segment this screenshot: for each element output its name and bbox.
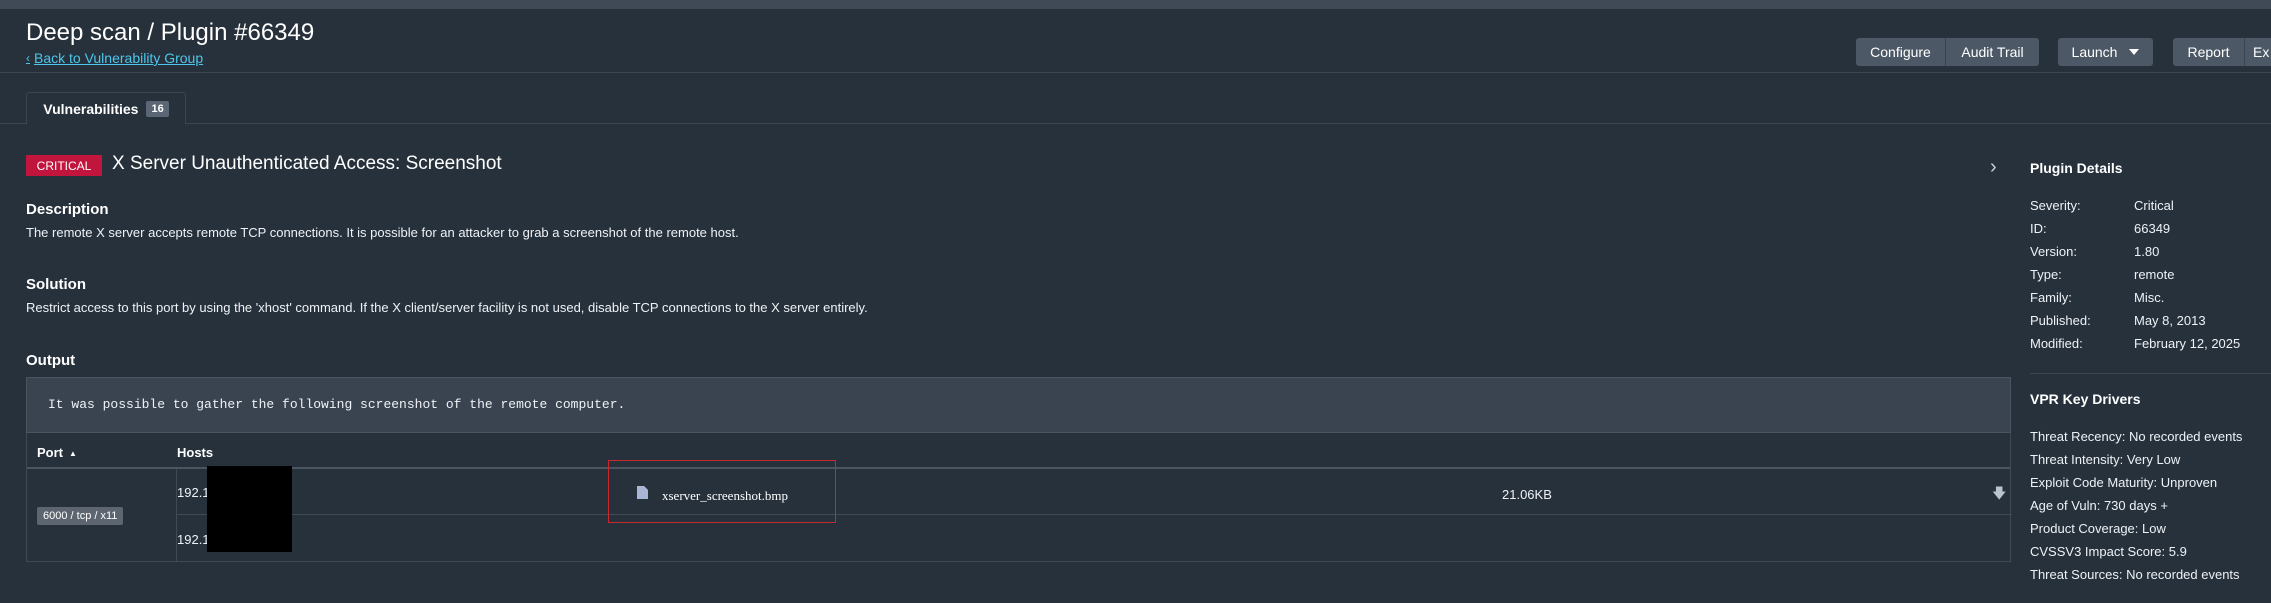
export-button[interactable]: Ex xyxy=(2244,38,2271,66)
port-column-header[interactable]: Port ▲ xyxy=(37,445,77,460)
download-icon[interactable]: 🡇 xyxy=(1992,483,2006,507)
audit-trail-button[interactable]: Audit Trail xyxy=(1945,38,2039,66)
output-text: It was possible to gather the following … xyxy=(48,397,626,412)
tab-vulnerabilities[interactable]: Vulnerabilities 16 xyxy=(26,92,186,125)
chevron-right-icon[interactable]: › xyxy=(1990,156,1997,179)
back-link[interactable]: ‹ Back to Vulnerability Group xyxy=(26,50,203,66)
detail-label: Severity: xyxy=(2030,198,2081,213)
solution-heading: Solution xyxy=(26,276,86,293)
page-header: Deep scan / Plugin #66349 ‹ Back to Vuln… xyxy=(0,9,2271,73)
chevron-left-icon: ‹ xyxy=(26,51,30,65)
solution-text: Restrict access to this port by using th… xyxy=(26,300,868,315)
vpr-item: Threat Recency: No recorded events xyxy=(2030,429,2243,444)
vpr-item: Age of Vuln: 730 days + xyxy=(2030,498,2168,513)
vpr-item: CVSSV3 Impact Score: 5.9 xyxy=(2030,544,2187,559)
attachment-size: 21.06KB xyxy=(1502,487,1552,502)
back-link-label: Back to Vulnerability Group xyxy=(34,50,204,66)
tab-label: Vulnerabilities xyxy=(43,100,139,117)
hosts-column-header: Hosts xyxy=(177,445,214,460)
output-box: It was possible to gather the following … xyxy=(26,377,2011,433)
table-row: 192.1 xyxy=(177,516,2012,562)
redaction-block xyxy=(207,466,292,552)
top-strip xyxy=(0,0,2271,9)
ports-table: Port ▲ Hosts 6000 / tcp / x11 192.1 192.1 xyxy=(26,433,2012,562)
sort-up-icon: ▲ xyxy=(69,449,77,459)
description-heading: Description xyxy=(26,201,109,218)
detail-value: May 8, 2013 xyxy=(2134,313,2206,328)
launch-label: Launch xyxy=(2071,44,2118,60)
vpr-heading: VPR Key Drivers xyxy=(2030,391,2141,407)
detail-label: Version: xyxy=(2030,244,2077,259)
vpr-item: Threat Sources: No recorded events xyxy=(2030,567,2240,582)
detail-value: 1.80 xyxy=(2134,244,2160,259)
host-ip[interactable]: 192.1 xyxy=(177,485,210,500)
detail-label: Family: xyxy=(2030,290,2072,305)
detail-value: Misc. xyxy=(2134,290,2165,305)
detail-value: 66349 xyxy=(2134,221,2171,236)
vpr-item: Product Coverage: Low xyxy=(2030,521,2166,536)
port-header-label: Port xyxy=(37,445,63,460)
port-badge: 6000 / tcp / x11 xyxy=(37,507,124,525)
detail-label: Type: xyxy=(2030,267,2062,282)
severity-badge: CRITICAL xyxy=(26,155,102,176)
port-cell: 6000 / tcp / x11 xyxy=(27,469,177,562)
detail-label: Published: xyxy=(2030,313,2091,328)
sidebar-divider xyxy=(2030,373,2271,374)
attachment-link[interactable]: xserver_screenshot.bmp xyxy=(662,488,788,504)
detail-value: February 12, 2025 xyxy=(2134,336,2241,351)
vpr-item: Exploit Code Maturity: Unproven xyxy=(2030,475,2218,490)
detail-value: remote xyxy=(2134,267,2175,282)
vulnerability-title: X Server Unauthenticated Access: Screens… xyxy=(112,153,502,174)
description-text: The remote X server accepts remote TCP c… xyxy=(26,225,739,240)
output-heading: Output xyxy=(26,352,76,369)
tab-bar: Vulnerabilities 16 xyxy=(0,92,2271,125)
vpr-item: Threat Intensity: Very Low xyxy=(2030,452,2181,467)
detail-label: Modified: xyxy=(2030,336,2083,351)
tab-count-badge: 16 xyxy=(146,100,169,117)
detail-label: ID: xyxy=(2030,221,2047,236)
table-row: 192.1 xyxy=(177,469,2012,515)
page-title: Deep scan / Plugin #66349 xyxy=(26,19,315,46)
host-ip[interactable]: 192.1 xyxy=(177,532,210,547)
table-header-row: Port ▲ Hosts xyxy=(27,433,2010,469)
launch-button[interactable]: Launch xyxy=(2058,38,2153,66)
caret-down-icon xyxy=(2129,49,2140,55)
plugin-details-heading: Plugin Details xyxy=(2030,160,2123,176)
detail-value: Critical xyxy=(2134,198,2174,213)
report-button[interactable]: Report xyxy=(2173,38,2244,66)
configure-button[interactable]: Configure xyxy=(1856,38,1945,66)
